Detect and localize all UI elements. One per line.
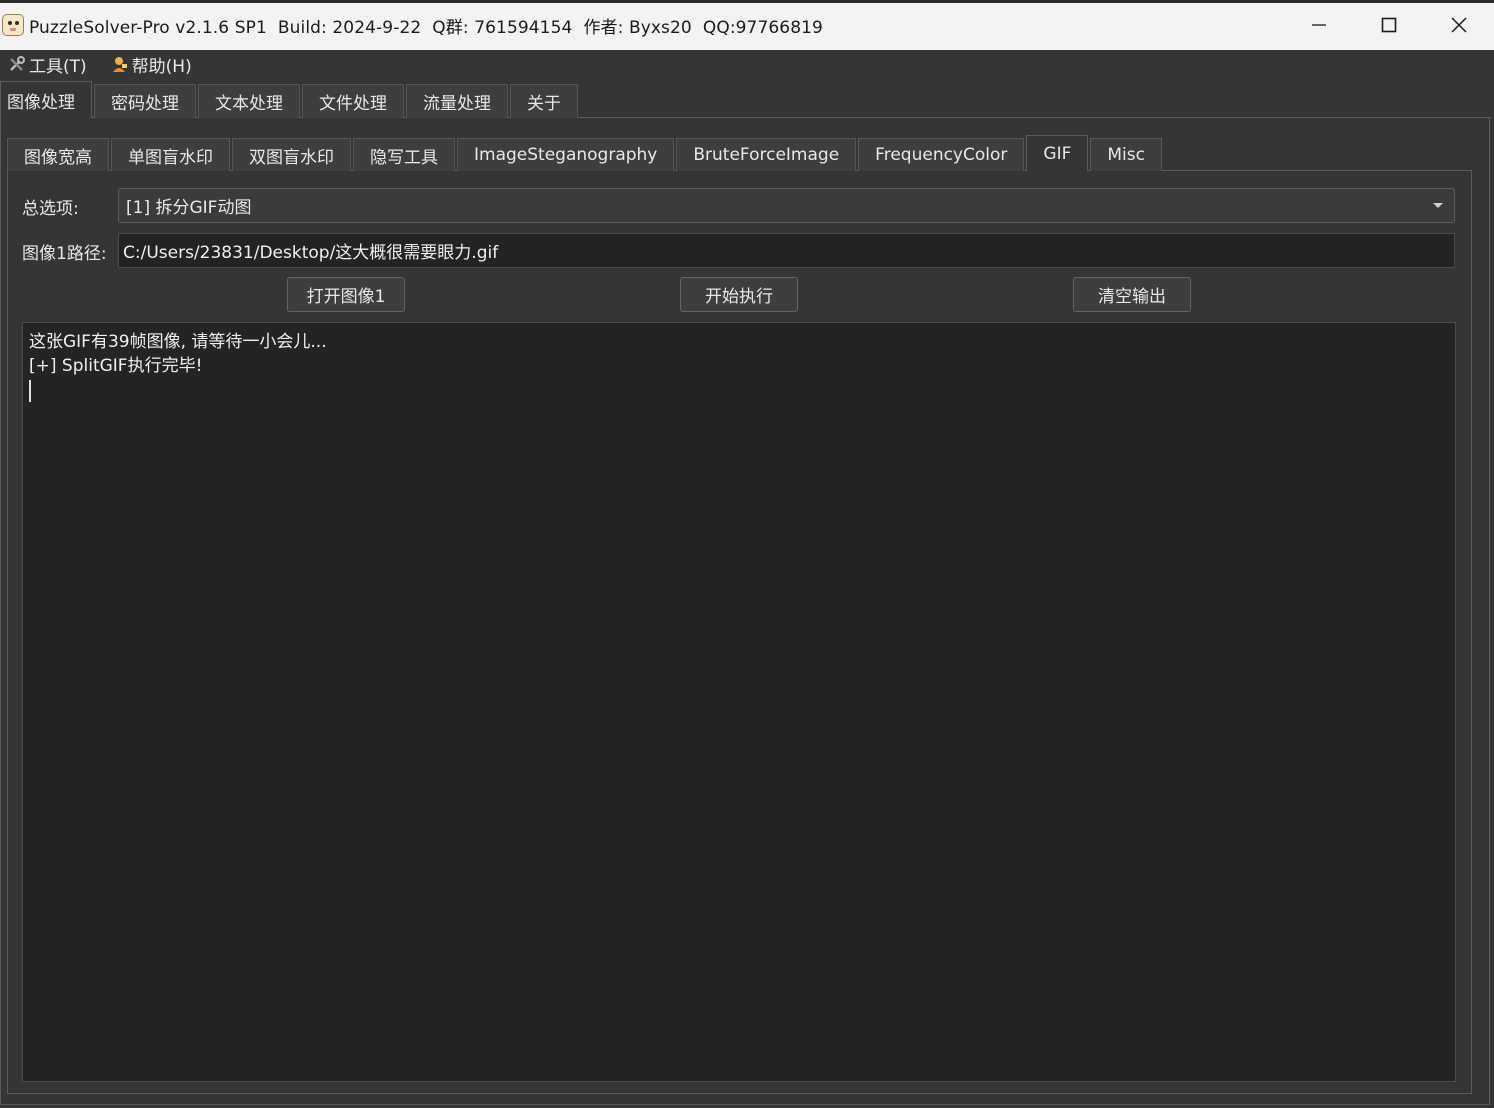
option-select-value: [1] 拆分GIF动图: [126, 198, 252, 218]
menu-help-label: 帮助(H): [131, 56, 192, 77]
tab-text-processing[interactable]: 文本处理: [198, 84, 300, 118]
window-controls: [1284, 0, 1494, 50]
minimize-icon: [1312, 24, 1326, 26]
tab-gif[interactable]: GIF: [1026, 135, 1089, 171]
window-title: PuzzleSolver-Pro v2.1.6 SP1 Build: 2024-…: [29, 17, 823, 38]
tab-brute-force-image[interactable]: BruteForceImage: [676, 138, 857, 171]
option-label: 总选项:: [22, 199, 79, 219]
output-textarea[interactable]: 这张GIF有39帧图像, 请等待一小会儿... [+] SplitGIF执行完毕…: [22, 322, 1456, 1082]
run-button[interactable]: 开始执行: [680, 277, 798, 312]
tab-image-size[interactable]: 图像宽高: [7, 138, 109, 171]
tab-frequency-color[interactable]: FrequencyColor: [858, 138, 1025, 171]
clear-output-button[interactable]: 清空输出: [1073, 277, 1191, 312]
tab-crypto-processing[interactable]: 密码处理: [94, 84, 196, 118]
tools-icon: [10, 56, 25, 71]
top-edge: [0, 0, 1494, 3]
tab-about[interactable]: 关于: [510, 84, 578, 118]
menu-help[interactable]: 帮助(H): [105, 50, 198, 78]
tab-image-processing[interactable]: 图像处理: [0, 81, 92, 118]
menu-bar: 工具(T) 帮助(H): [0, 50, 1494, 78]
minimize-button[interactable]: [1284, 0, 1354, 50]
option-select[interactable]: [1] 拆分GIF动图: [118, 188, 1455, 223]
output-line: [+] SplitGIF执行完毕!: [29, 356, 203, 376]
close-icon: [1451, 17, 1467, 33]
outer-tab-bar: 图像处理 密码处理 文本处理 文件处理 流量处理 关于: [0, 81, 580, 118]
menu-tools-label: 工具(T): [29, 56, 87, 77]
maximize-button[interactable]: [1354, 0, 1424, 50]
close-button[interactable]: [1424, 0, 1494, 50]
path-label: 图像1路径:: [22, 244, 107, 264]
tab-image-steganography[interactable]: ImageSteganography: [457, 138, 675, 171]
tab-file-processing[interactable]: 文件处理: [302, 84, 404, 118]
tab-misc[interactable]: Misc: [1090, 138, 1162, 171]
maximize-icon: [1381, 17, 1397, 33]
tab-single-watermark[interactable]: 单图盲水印: [111, 138, 230, 171]
menu-tools[interactable]: 工具(T): [0, 50, 93, 78]
output-line: 这张GIF有39帧图像, 请等待一小会儿...: [29, 332, 327, 352]
app-icon: [2, 14, 24, 36]
open-image-button[interactable]: 打开图像1: [287, 277, 405, 312]
tab-traffic-processing[interactable]: 流量处理: [406, 84, 508, 118]
inner-tab-bar: 图像宽高 单图盲水印 双图盲水印 隐写工具 ImageSteganography…: [7, 135, 1164, 171]
chevron-down-icon: [1433, 203, 1443, 208]
image1-path-input[interactable]: [118, 233, 1455, 268]
title-bar: PuzzleSolver-Pro v2.1.6 SP1 Build: 2024-…: [0, 0, 1494, 50]
text-caret: [29, 380, 31, 402]
tab-stego-tools[interactable]: 隐写工具: [353, 138, 455, 171]
tab-double-watermark[interactable]: 双图盲水印: [232, 138, 351, 171]
person-icon: [112, 57, 127, 72]
